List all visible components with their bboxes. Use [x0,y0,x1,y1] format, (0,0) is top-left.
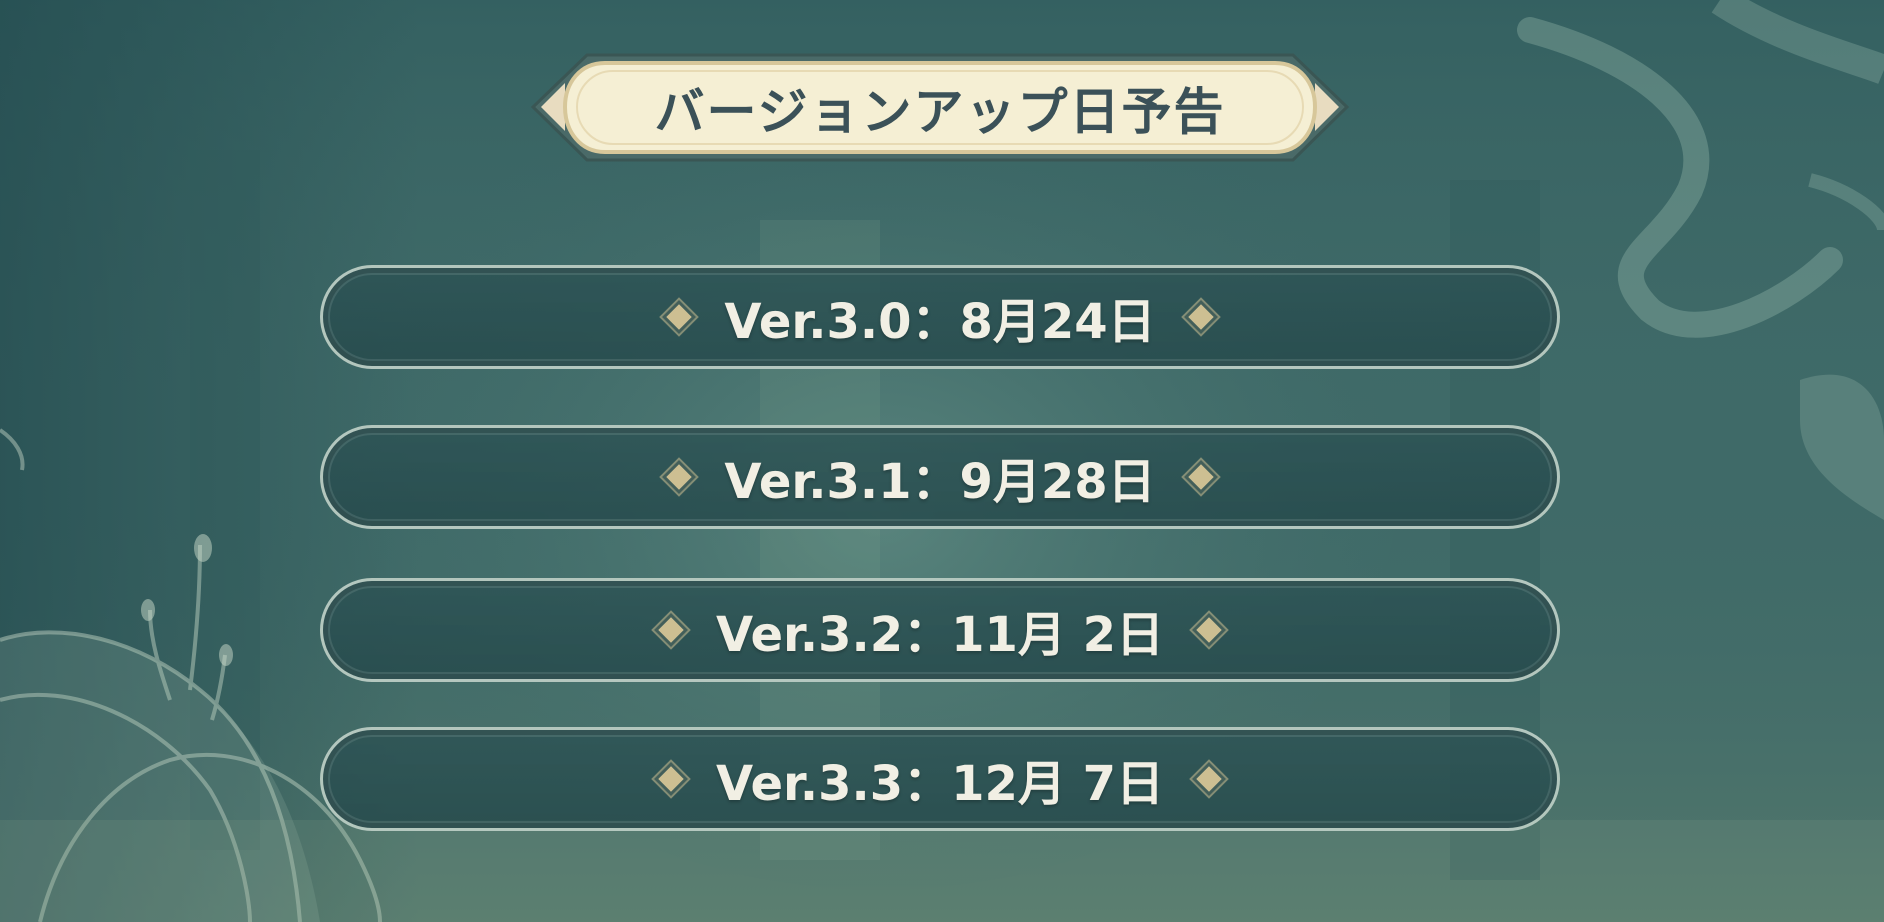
version-row: Ver.3.1：9月28日 [320,425,1560,529]
version-date-text: Ver.3.3：12月 7日 [715,756,1165,812]
version-date-text: Ver.3.1：9月28日 [724,454,1156,510]
version-row: Ver.3.0：8月24日 [320,265,1560,369]
diamond-ornament-icon [1196,617,1222,643]
title-banner: バージョンアップ日予告 [525,47,1355,168]
version-date-text: Ver.3.0：8月24日 [724,294,1156,350]
announcement-screen: バージョンアップ日予告 Ver.3.0：8月24日 Ver.3.1：9月28日 … [0,0,1884,922]
version-date-text: Ver.3.2：11月 2日 [715,607,1165,663]
page-title: バージョンアップ日予告 [654,82,1226,141]
diamond-ornament-icon [666,464,693,490]
diamond-ornament-icon [666,304,693,330]
diamond-ornament-icon [658,766,684,792]
diamond-ornament-icon [1187,464,1214,490]
diamond-ornament-icon [658,617,684,643]
diamond-ornament-icon [1187,304,1214,330]
version-row: Ver.3.3：12月 7日 [320,727,1560,831]
diamond-ornament-icon [1196,766,1222,792]
version-row: Ver.3.2：11月 2日 [320,578,1560,682]
